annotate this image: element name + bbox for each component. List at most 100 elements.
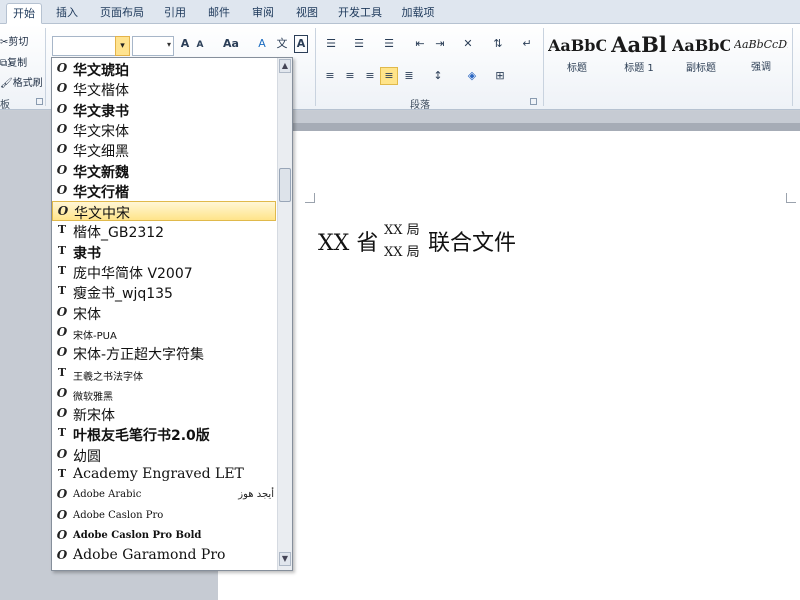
opentype-font-icon: O xyxy=(56,527,68,542)
font-list-item-name: 微软雅黑 xyxy=(73,391,113,403)
chinese-layout-icon[interactable]: ✕ xyxy=(458,36,478,52)
opentype-font-icon: O xyxy=(56,324,68,339)
phonetic-guide-icon[interactable]: 文 xyxy=(274,36,290,52)
bullets-icon[interactable]: ☰ xyxy=(322,36,340,52)
truetype-font-icon: T xyxy=(57,426,67,440)
font-list-item[interactable]: T 楷体_GB2312 xyxy=(52,221,276,241)
style-title[interactable]: AaBbC 标题 xyxy=(548,36,606,80)
font-list-item-name: 华文新魏 xyxy=(73,164,129,181)
line-spacing-icon[interactable]: ↕ xyxy=(428,68,448,84)
opentype-font-icon: O xyxy=(56,385,68,400)
font-list-item-name: 华文行楷 xyxy=(73,184,129,201)
font-list-item-name: Academy Engraved LET xyxy=(73,466,244,482)
group-separator xyxy=(792,28,793,106)
group-separator xyxy=(45,28,46,106)
font-list-item[interactable]: T 隶书 xyxy=(52,242,276,262)
font-list-item[interactable]: T 瘦金书_wjq135 xyxy=(52,282,276,302)
opentype-font-icon: O xyxy=(56,304,68,319)
font-list-item-name: 庞中华简体 V2007 xyxy=(73,266,193,282)
change-case-icon[interactable]: Aa xyxy=(220,36,242,52)
watermark-url: jingyan.baidu.com xyxy=(638,566,740,579)
resize-grip-icon[interactable]: .... xyxy=(152,566,165,570)
align-left-icon[interactable]: ≡ xyxy=(322,68,338,84)
multilevel-list-icon[interactable]: ☰ xyxy=(380,36,398,52)
tab-insert[interactable]: 插入 xyxy=(48,3,86,24)
style-emphasis[interactable]: AaBbCcDı 强调 xyxy=(734,38,788,82)
increase-indent-icon[interactable]: ⇥ xyxy=(432,36,448,52)
font-list-item[interactable]: T 叶根友毛笔行书2.0版 xyxy=(52,424,276,444)
style-heading-1[interactable]: AaBl 标题 1 xyxy=(610,32,668,76)
clipboard-dialog-launcher-icon[interactable] xyxy=(36,98,43,105)
font-list-item[interactable]: O Adobe Garamond Pro xyxy=(52,546,276,566)
opentype-font-icon: O xyxy=(56,81,68,96)
font-list-item[interactable]: O 华文隶书 xyxy=(52,100,276,120)
scroll-up-icon[interactable]: ▲ xyxy=(279,59,291,73)
font-list-item-name: Adobe Arabic xyxy=(73,489,142,501)
tab-addins[interactable]: 加载项 xyxy=(396,3,440,24)
font-list-item[interactable]: T 庞中华简体 V2007 xyxy=(52,262,276,282)
doc-title-stack-top: XX 局 xyxy=(384,223,420,238)
font-dropdown-list[interactable]: O 华文琥珀 O 华文楷体 O 华文隶书 O 华文宋体 O 华文细黑 O 华文新魏 O 华文行楷 O 华文中宋… xyxy=(51,57,293,571)
clear-format-icon[interactable]: A xyxy=(254,36,270,52)
font-list-item[interactable]: O 华文楷体 xyxy=(52,79,276,99)
group-separator xyxy=(543,28,544,106)
font-list-item[interactable]: O 华文中宋 xyxy=(52,201,276,222)
font-list-item-name: 叶根友毛笔行书2.0版 xyxy=(73,428,210,445)
font-list-item-name: Adobe Caslon Pro Bold xyxy=(73,529,202,541)
font-list-item[interactable]: O Adobe Caslon Pro Bold xyxy=(52,526,276,546)
font-list-item[interactable]: T Academy Engraved LET xyxy=(52,465,276,485)
font-list-item[interactable]: O 微软雅黑 xyxy=(52,384,276,404)
shading-icon[interactable]: ◈ xyxy=(462,68,482,84)
font-list-item[interactable]: O 华文新魏 xyxy=(52,161,276,181)
format-painter-button[interactable]: 🖌格式刷 xyxy=(0,74,43,89)
tab-developer[interactable]: 开发工具 xyxy=(334,3,386,24)
opentype-font-icon: O xyxy=(56,345,68,360)
font-list-item[interactable]: O 宋体-PUA xyxy=(52,323,276,343)
font-list-item[interactable]: O 宋体-方正超大字符集 xyxy=(52,343,276,363)
align-right-icon[interactable]: ≡ xyxy=(362,68,378,84)
font-list-item[interactable]: O Adobe Caslon Pro xyxy=(52,506,276,526)
style-subtitle[interactable]: AaBbC 副标题 xyxy=(672,36,730,80)
scroll-down-icon[interactable]: ▼ xyxy=(279,552,291,566)
font-list-item[interactable]: T 王羲之书法字体 xyxy=(52,364,276,384)
font-list-item-name: 新宋体 xyxy=(73,408,115,425)
borders-icon[interactable]: ⊞ xyxy=(490,68,510,84)
grow-font-icon[interactable]: A xyxy=(178,36,192,52)
numbering-icon[interactable]: ☰ xyxy=(350,36,368,52)
opentype-font-icon: O xyxy=(56,101,68,116)
sort-icon[interactable]: ⇅ xyxy=(490,36,506,52)
dropdown-scrollbar[interactable]: ▲ ▼ xyxy=(277,58,292,570)
margin-corner-mark xyxy=(305,193,315,203)
truetype-font-icon: T xyxy=(57,223,67,237)
tab-page-layout[interactable]: 页面布局 xyxy=(96,3,148,24)
tab-home[interactable]: 开始 xyxy=(6,3,42,24)
font-list-item-name: 楷体_GB2312 xyxy=(73,225,165,242)
cut-button[interactable]: ✂剪切 xyxy=(0,33,28,48)
align-center-icon[interactable]: ≡ xyxy=(342,68,358,84)
paragraph-dialog-launcher-icon[interactable] xyxy=(530,98,537,105)
tab-review[interactable]: 审阅 xyxy=(246,3,280,24)
justify-icon[interactable]: ≡ xyxy=(380,67,398,85)
font-list-item[interactable]: O 华文宋体 xyxy=(52,120,276,140)
clipboard-group-label: 板 xyxy=(0,100,10,111)
font-name-dropdown-button[interactable]: ▾ xyxy=(115,36,130,56)
font-list-item[interactable]: O Adobe Arabic أيجد هوز xyxy=(52,485,276,505)
font-list-item[interactable]: O 新宋体 xyxy=(52,404,276,424)
font-list-item[interactable]: O 幼圆 xyxy=(52,445,276,465)
show-marks-icon[interactable]: ↵ xyxy=(520,36,534,52)
font-list-item[interactable]: O 宋体 xyxy=(52,303,276,323)
decrease-indent-icon[interactable]: ⇤ xyxy=(412,36,428,52)
truetype-font-icon: T xyxy=(57,284,67,298)
font-list-item[interactable]: O 华文琥珀 xyxy=(52,59,276,79)
font-list-item[interactable]: O 华文行楷 xyxy=(52,181,276,201)
copy-button[interactable]: ⧉复制 xyxy=(0,54,27,69)
tab-references[interactable]: 引用 xyxy=(158,3,192,24)
tab-mailings[interactable]: 邮件 xyxy=(202,3,236,24)
scroll-thumb[interactable] xyxy=(279,168,291,202)
font-list-item[interactable]: O 华文细黑 xyxy=(52,140,276,160)
font-size-input[interactable]: ▾ xyxy=(132,36,174,56)
tab-view[interactable]: 视图 xyxy=(290,3,324,24)
character-border-icon[interactable]: A xyxy=(294,35,308,53)
distributed-align-icon[interactable]: ≣ xyxy=(401,68,417,84)
shrink-font-icon[interactable]: A xyxy=(194,37,206,53)
